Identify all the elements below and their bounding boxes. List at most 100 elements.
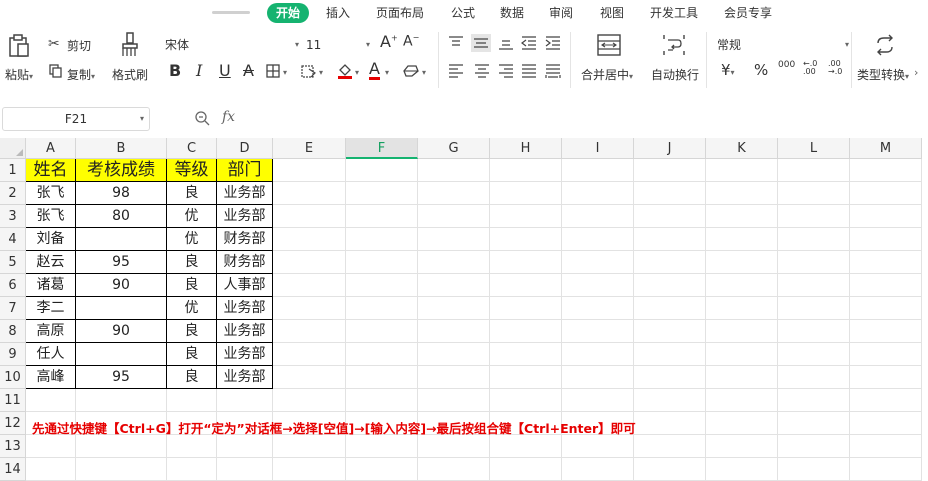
cell-l4[interactable] (778, 228, 850, 251)
cell-e9[interactable] (273, 343, 346, 366)
cell-b14[interactable] (76, 458, 167, 481)
cell-b3[interactable]: 80 (76, 205, 167, 228)
cell-f2[interactable] (346, 182, 418, 205)
increase-font-icon[interactable]: A+ (380, 32, 398, 51)
align-middle-icon[interactable] (471, 34, 491, 52)
decrease-indent-icon[interactable] (521, 36, 537, 50)
font-size-select[interactable]: 11 ▾ (305, 34, 373, 56)
cell-k6[interactable] (706, 274, 778, 297)
row-header-10[interactable]: 10 (0, 366, 26, 389)
cell-k3[interactable] (706, 205, 778, 228)
cell-l14[interactable] (778, 458, 850, 481)
cell-j2[interactable] (634, 182, 706, 205)
cell-l7[interactable] (778, 297, 850, 320)
cell-d7[interactable]: 业务部 (217, 297, 273, 320)
cell-a1[interactable]: 姓名 (26, 159, 76, 182)
cell-k8[interactable] (706, 320, 778, 343)
cell-h2[interactable] (490, 182, 562, 205)
increase-indent-icon[interactable] (545, 36, 561, 50)
cell-f11[interactable] (346, 389, 418, 412)
cell-k12[interactable] (706, 412, 778, 435)
cell-e11[interactable] (273, 389, 346, 412)
cell-j4[interactable] (634, 228, 706, 251)
tab-formulas[interactable]: 公式 (451, 3, 475, 23)
cell-f4[interactable] (346, 228, 418, 251)
fill-color-icon[interactable] (336, 62, 354, 80)
cell-f3[interactable] (346, 205, 418, 228)
cell-f10[interactable] (346, 366, 418, 389)
cell-i2[interactable] (562, 182, 634, 205)
eraser-icon[interactable] (402, 64, 420, 78)
cell-g13[interactable] (418, 435, 490, 458)
cell-b9[interactable] (76, 343, 167, 366)
justify-icon[interactable] (521, 64, 537, 78)
chevron-down-icon[interactable]: ▾ (283, 68, 287, 77)
type-convert-button[interactable]: 类型转换▾ (857, 66, 909, 83)
cell-a2[interactable]: 张飞 (26, 182, 76, 205)
cell-a13[interactable] (26, 435, 76, 458)
row-header-7[interactable]: 7 (0, 297, 26, 320)
cell-m5[interactable] (850, 251, 922, 274)
cell-b11[interactable] (76, 389, 167, 412)
cell-k9[interactable] (706, 343, 778, 366)
cell-l12[interactable] (778, 412, 850, 435)
function-icon[interactable]: fx (222, 109, 235, 125)
cell-c3[interactable]: 优 (167, 205, 217, 228)
chevron-down-icon[interactable]: ▾ (319, 68, 323, 77)
cell-m13[interactable] (850, 435, 922, 458)
merge-center-button[interactable]: 合并居中▾ (581, 66, 633, 83)
cell-b13[interactable] (76, 435, 167, 458)
select-all-button[interactable] (0, 138, 26, 159)
row-header-11[interactable]: 11 (0, 389, 26, 412)
thousands-button[interactable]: 000 (778, 61, 795, 70)
cell-e10[interactable] (273, 366, 346, 389)
cell-a7[interactable]: 李二 (26, 297, 76, 320)
cell-f6[interactable] (346, 274, 418, 297)
cell-l5[interactable] (778, 251, 850, 274)
cell-d2[interactable]: 业务部 (217, 182, 273, 205)
cell-m11[interactable] (850, 389, 922, 412)
cell-l1[interactable] (778, 159, 850, 182)
bold-button[interactable]: B (169, 61, 181, 80)
cell-g3[interactable] (418, 205, 490, 228)
cell-e3[interactable] (273, 205, 346, 228)
file-menu-blurred[interactable] (212, 11, 250, 14)
merge-center-icon[interactable] (597, 34, 621, 56)
cell-c2[interactable]: 良 (167, 182, 217, 205)
cell-k2[interactable] (706, 182, 778, 205)
cell-i5[interactable] (562, 251, 634, 274)
cell-j9[interactable] (634, 343, 706, 366)
cell-m3[interactable] (850, 205, 922, 228)
cell-j13[interactable] (634, 435, 706, 458)
italic-button[interactable]: I (196, 61, 202, 80)
cell-m1[interactable] (850, 159, 922, 182)
cell-g6[interactable] (418, 274, 490, 297)
cell-i14[interactable] (562, 458, 634, 481)
cell-g10[interactable] (418, 366, 490, 389)
cell-c14[interactable] (167, 458, 217, 481)
column-header-h[interactable]: H (490, 138, 562, 159)
cell-d5[interactable]: 财务部 (217, 251, 273, 274)
cell-a14[interactable] (26, 458, 76, 481)
row-header-3[interactable]: 3 (0, 205, 26, 228)
cell-b5[interactable]: 95 (76, 251, 167, 274)
row-header-13[interactable]: 13 (0, 435, 26, 458)
column-header-e[interactable]: E (273, 138, 346, 159)
row-header-5[interactable]: 5 (0, 251, 26, 274)
cell-c1[interactable]: 等级 (167, 159, 217, 182)
row-header-4[interactable]: 4 (0, 228, 26, 251)
cell-c9[interactable]: 良 (167, 343, 217, 366)
paste-icon[interactable] (8, 34, 30, 58)
cell-b7[interactable] (76, 297, 167, 320)
number-format-select[interactable]: 常规 ▾ (716, 34, 852, 56)
row-header-1[interactable]: 1 (0, 159, 26, 182)
cell-a11[interactable] (26, 389, 76, 412)
underline-button[interactable]: U (219, 61, 231, 80)
cell-d9[interactable]: 业务部 (217, 343, 273, 366)
cell-j5[interactable] (634, 251, 706, 274)
font-color-button[interactable]: A (369, 60, 380, 80)
cell-h9[interactable] (490, 343, 562, 366)
cell-c8[interactable]: 良 (167, 320, 217, 343)
cell-k4[interactable] (706, 228, 778, 251)
align-bottom-icon[interactable] (498, 36, 514, 50)
